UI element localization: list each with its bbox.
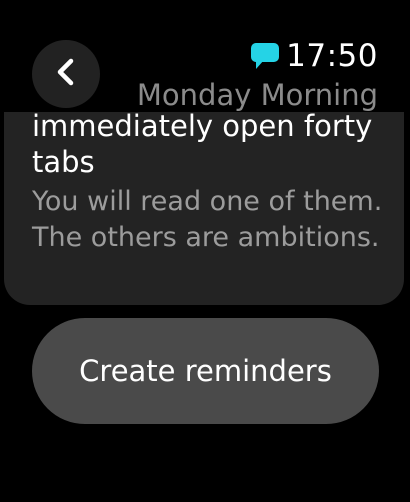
clock-time: 17:50 (286, 38, 378, 74)
chevron-left-icon (53, 57, 79, 91)
watch-screen: immediately open forty tabs You will rea… (0, 0, 410, 502)
back-button[interactable] (32, 40, 100, 108)
card-title: immediately open forty tabs (32, 109, 373, 179)
message-bubble-icon[interactable] (250, 42, 280, 70)
status-bar: 17:50 (250, 36, 378, 76)
create-reminders-button[interactable]: Create reminders (32, 318, 379, 424)
card-body: You will read one of them. The others ar… (32, 186, 383, 253)
page-title: Monday Morning (136, 78, 378, 112)
